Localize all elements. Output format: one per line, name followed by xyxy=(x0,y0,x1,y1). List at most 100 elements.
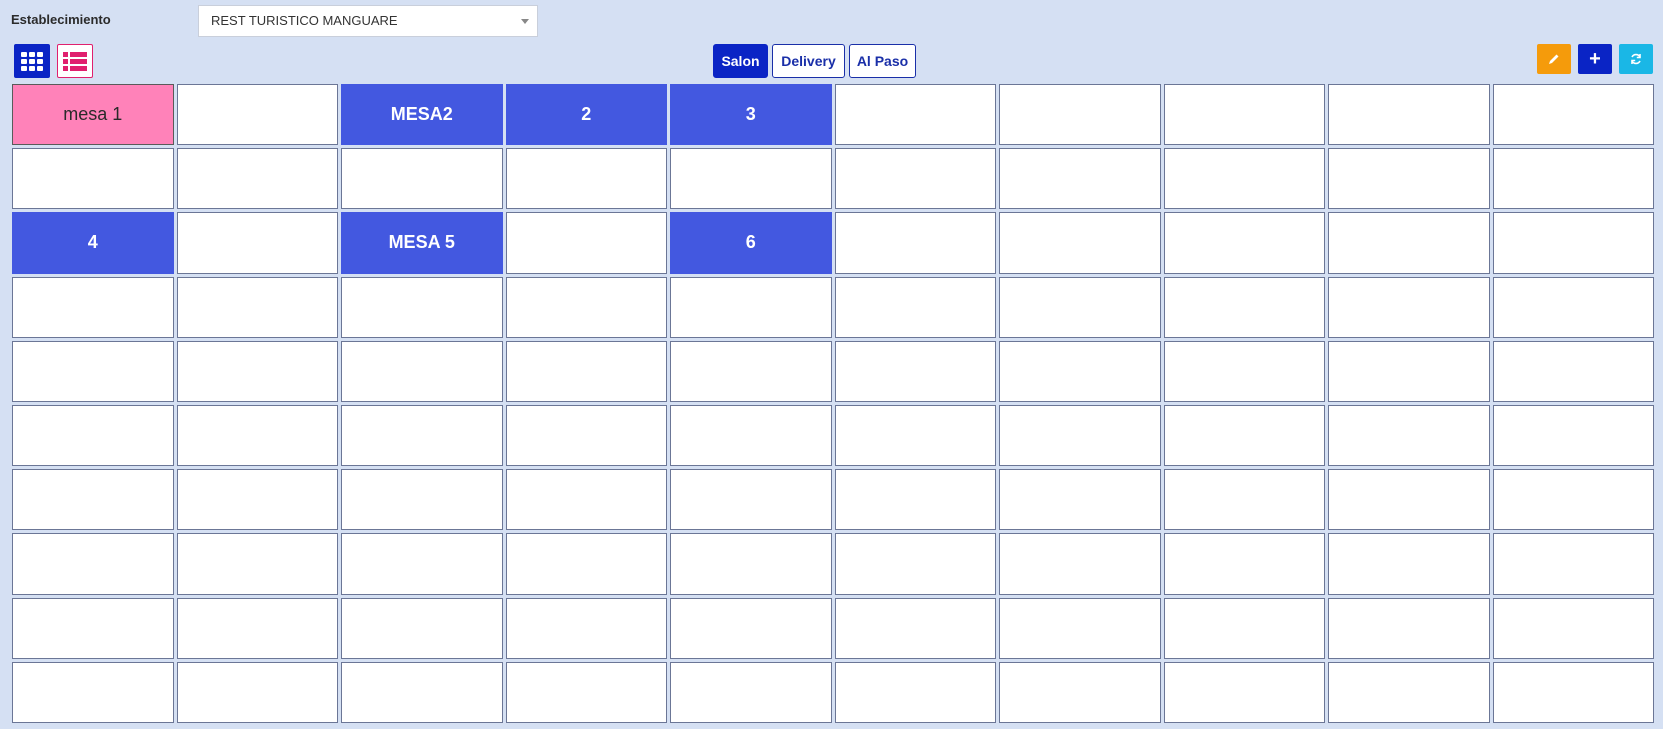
table-cell[interactable]: 6 xyxy=(670,212,832,274)
empty-table-slot[interactable] xyxy=(1163,597,1325,659)
empty-table-slot[interactable] xyxy=(1492,661,1654,723)
table-cell[interactable]: 3 xyxy=(670,84,832,146)
empty-table-slot[interactable] xyxy=(176,340,338,402)
empty-table-slot[interactable] xyxy=(1163,276,1325,338)
list-view-button[interactable] xyxy=(57,44,93,78)
empty-table-slot[interactable] xyxy=(1328,84,1490,146)
empty-table-slot[interactable] xyxy=(341,661,503,723)
empty-table-slot[interactable] xyxy=(834,340,996,402)
empty-table-slot[interactable] xyxy=(834,276,996,338)
empty-table-slot[interactable] xyxy=(1492,533,1654,595)
empty-table-slot[interactable] xyxy=(670,533,832,595)
empty-table-slot[interactable] xyxy=(834,148,996,210)
empty-table-slot[interactable] xyxy=(1163,148,1325,210)
empty-table-slot[interactable] xyxy=(670,148,832,210)
empty-table-slot[interactable] xyxy=(505,212,667,274)
empty-table-slot[interactable] xyxy=(999,212,1161,274)
table-cell[interactable]: 2 xyxy=(505,84,667,146)
empty-table-slot[interactable] xyxy=(834,212,996,274)
empty-table-slot[interactable] xyxy=(999,276,1161,338)
empty-table-slot[interactable] xyxy=(176,276,338,338)
empty-table-slot[interactable] xyxy=(999,148,1161,210)
empty-table-slot[interactable] xyxy=(12,148,174,210)
empty-table-slot[interactable] xyxy=(12,661,174,723)
tab-salon[interactable]: Salon xyxy=(713,44,768,78)
empty-table-slot[interactable] xyxy=(1328,469,1490,531)
empty-table-slot[interactable] xyxy=(505,661,667,723)
empty-table-slot[interactable] xyxy=(1492,340,1654,402)
empty-table-slot[interactable] xyxy=(999,597,1161,659)
empty-table-slot[interactable] xyxy=(1328,340,1490,402)
empty-table-slot[interactable] xyxy=(1492,148,1654,210)
empty-table-slot[interactable] xyxy=(1163,469,1325,531)
empty-table-slot[interactable] xyxy=(670,340,832,402)
empty-table-slot[interactable] xyxy=(1492,469,1654,531)
empty-table-slot[interactable] xyxy=(834,84,996,146)
add-button[interactable]: + xyxy=(1578,44,1612,74)
empty-table-slot[interactable] xyxy=(505,533,667,595)
empty-table-slot[interactable] xyxy=(834,597,996,659)
empty-table-slot[interactable] xyxy=(1492,276,1654,338)
empty-table-slot[interactable] xyxy=(999,469,1161,531)
empty-table-slot[interactable] xyxy=(670,276,832,338)
empty-table-slot[interactable] xyxy=(1328,533,1490,595)
empty-table-slot[interactable] xyxy=(12,597,174,659)
grid-view-button[interactable] xyxy=(14,44,50,78)
empty-table-slot[interactable] xyxy=(670,661,832,723)
empty-table-slot[interactable] xyxy=(834,405,996,467)
edit-button[interactable] xyxy=(1537,44,1571,74)
refresh-button[interactable] xyxy=(1619,44,1653,74)
empty-table-slot[interactable] xyxy=(1492,405,1654,467)
empty-table-slot[interactable] xyxy=(834,469,996,531)
establishment-select[interactable]: REST TURISTICO MANGUARE xyxy=(198,5,538,37)
empty-table-slot[interactable] xyxy=(505,276,667,338)
empty-table-slot[interactable] xyxy=(1163,661,1325,723)
empty-table-slot[interactable] xyxy=(670,405,832,467)
empty-table-slot[interactable] xyxy=(834,661,996,723)
empty-table-slot[interactable] xyxy=(176,84,338,146)
empty-table-slot[interactable] xyxy=(1163,405,1325,467)
empty-table-slot[interactable] xyxy=(12,276,174,338)
empty-table-slot[interactable] xyxy=(1163,84,1325,146)
table-cell[interactable]: 4 xyxy=(12,212,174,274)
empty-table-slot[interactable] xyxy=(999,661,1161,723)
empty-table-slot[interactable] xyxy=(1163,340,1325,402)
empty-table-slot[interactable] xyxy=(1328,661,1490,723)
empty-table-slot[interactable] xyxy=(341,340,503,402)
empty-table-slot[interactable] xyxy=(176,405,338,467)
empty-table-slot[interactable] xyxy=(1492,84,1654,146)
tab-al-paso[interactable]: Al Paso xyxy=(849,44,916,78)
empty-table-slot[interactable] xyxy=(999,405,1161,467)
empty-table-slot[interactable] xyxy=(341,533,503,595)
tab-delivery[interactable]: Delivery xyxy=(772,44,845,78)
empty-table-slot[interactable] xyxy=(176,661,338,723)
empty-table-slot[interactable] xyxy=(1328,597,1490,659)
empty-table-slot[interactable] xyxy=(12,405,174,467)
empty-table-slot[interactable] xyxy=(176,148,338,210)
empty-table-slot[interactable] xyxy=(505,340,667,402)
table-cell[interactable]: MESA 5 xyxy=(341,212,503,274)
empty-table-slot[interactable] xyxy=(1492,212,1654,274)
empty-table-slot[interactable] xyxy=(341,148,503,210)
empty-table-slot[interactable] xyxy=(176,533,338,595)
empty-table-slot[interactable] xyxy=(176,597,338,659)
empty-table-slot[interactable] xyxy=(12,340,174,402)
empty-table-slot[interactable] xyxy=(1328,405,1490,467)
empty-table-slot[interactable] xyxy=(505,469,667,531)
empty-table-slot[interactable] xyxy=(341,597,503,659)
table-cell[interactable]: mesa 1 xyxy=(12,84,174,146)
table-cell[interactable]: MESA2 xyxy=(341,84,503,146)
empty-table-slot[interactable] xyxy=(999,533,1161,595)
empty-table-slot[interactable] xyxy=(834,533,996,595)
empty-table-slot[interactable] xyxy=(1328,212,1490,274)
empty-table-slot[interactable] xyxy=(176,469,338,531)
empty-table-slot[interactable] xyxy=(12,469,174,531)
empty-table-slot[interactable] xyxy=(12,533,174,595)
empty-table-slot[interactable] xyxy=(341,405,503,467)
empty-table-slot[interactable] xyxy=(1163,212,1325,274)
empty-table-slot[interactable] xyxy=(505,148,667,210)
empty-table-slot[interactable] xyxy=(670,469,832,531)
empty-table-slot[interactable] xyxy=(1492,597,1654,659)
empty-table-slot[interactable] xyxy=(341,469,503,531)
empty-table-slot[interactable] xyxy=(1328,148,1490,210)
